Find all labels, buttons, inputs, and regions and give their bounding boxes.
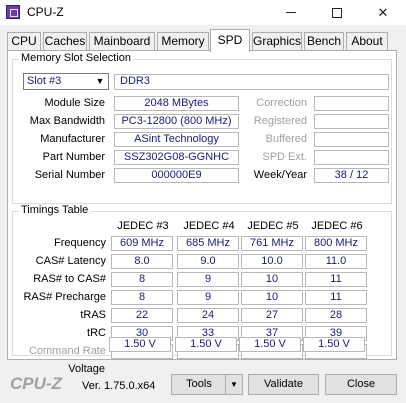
- timing-value: 685 MHz: [177, 236, 239, 251]
- timings-group: Timings Table JEDEC #3 JEDEC #4 JEDEC #5…: [12, 204, 392, 359]
- timing-value: 609 MHz: [111, 236, 173, 251]
- cpu-z-app-icon: [6, 5, 20, 19]
- week-year-value: 38 / 12: [314, 168, 389, 183]
- timing-value: 8: [111, 272, 173, 287]
- serial-number-value: 000000E9: [114, 168, 239, 183]
- validate-button[interactable]: Validate: [248, 374, 319, 395]
- cpu-z-logo: CPU-Z: [10, 374, 62, 393]
- tab-memory[interactable]: Memory: [157, 32, 209, 51]
- max-bandwidth-label: Max Bandwidth: [29, 115, 105, 127]
- registered-label: Registered: [253, 115, 307, 127]
- timing-value: 8: [111, 290, 173, 305]
- column-header-jedec-4: JEDEC #4: [183, 220, 235, 232]
- tras-label: tRAS: [80, 309, 106, 321]
- timing-value: 11.0: [305, 254, 367, 269]
- ras-precharge-label: RAS# Precharge: [23, 291, 106, 303]
- minimize-icon: [286, 12, 296, 13]
- module-size-value: 2048 MBytes: [114, 96, 239, 111]
- correction-label: Correction: [256, 97, 307, 109]
- part-number-label: Part Number: [42, 151, 105, 163]
- spd-ext-value: [314, 150, 389, 165]
- title-bar: CPU-Z ✕: [0, 0, 406, 25]
- timing-value: 24: [177, 308, 239, 323]
- timing-value: 22: [111, 308, 173, 323]
- manufacturer-value: ASint Technology: [114, 132, 239, 147]
- maximize-button[interactable]: [314, 0, 360, 25]
- cas-latency-label: CAS# Latency: [35, 255, 106, 267]
- part-number-value: SSZ302G08-GGNHC: [114, 150, 239, 165]
- command-rate-label: Command Rate: [28, 345, 106, 357]
- registered-value: [314, 114, 389, 129]
- tab-spd[interactable]: SPD: [210, 29, 250, 52]
- timing-value: 27: [241, 308, 303, 323]
- tools-button[interactable]: Tools ▼: [171, 374, 243, 395]
- timing-value: 8.0: [111, 254, 173, 269]
- version-text: Ver. 1.75.0.x64: [82, 380, 156, 392]
- manufacturer-label: Manufacturer: [40, 133, 105, 145]
- ras-to-cas-label: RAS# to CAS#: [33, 273, 106, 285]
- timing-value: 11: [305, 272, 367, 287]
- close-button[interactable]: Close: [325, 374, 397, 395]
- tab-strip: CPU Caches Mainboard Memory SPD Graphics…: [7, 29, 397, 52]
- spd-ext-label: SPD Ext.: [262, 151, 307, 163]
- serial-number-label: Serial Number: [34, 169, 105, 181]
- correction-value: [314, 96, 389, 111]
- timing-value: 9.0: [177, 254, 239, 269]
- chevron-down-icon: ▼: [95, 76, 105, 86]
- max-bandwidth-value: PC3-12800 (800 MHz): [114, 114, 239, 129]
- timing-value: 10: [241, 272, 303, 287]
- spd-panel: Memory Slot Selection Slot #3 ▼ DDR3 Mod…: [7, 50, 397, 375]
- window-title: CPU-Z: [27, 5, 64, 19]
- tab-about[interactable]: About: [346, 32, 388, 51]
- column-header-jedec-5: JEDEC #5: [247, 220, 299, 232]
- frequency-label: Frequency: [54, 237, 106, 249]
- timing-value: 761 MHz: [241, 236, 303, 251]
- close-window-button[interactable]: ✕: [360, 0, 406, 25]
- tab-bench[interactable]: Bench: [304, 32, 344, 51]
- close-icon: ✕: [377, 4, 389, 20]
- maximize-icon: [332, 7, 342, 18]
- chevron-down-icon[interactable]: ▼: [225, 375, 242, 394]
- column-header-jedec-3: JEDEC #3: [117, 220, 169, 232]
- timing-value: 1.50 V: [303, 337, 365, 352]
- timing-value: 9: [177, 272, 239, 287]
- column-header-jedec-6: JEDEC #6: [311, 220, 363, 232]
- slot-select-value: Slot #3: [27, 75, 62, 87]
- memory-slot-group-title: Memory Slot Selection: [19, 52, 134, 64]
- timing-value: 10.0: [241, 254, 303, 269]
- timing-value: 1.50 V: [175, 337, 237, 352]
- memory-type-field: DDR3: [114, 74, 389, 90]
- tab-caches[interactable]: Caches: [43, 32, 87, 51]
- tab-mainboard[interactable]: Mainboard: [89, 32, 155, 51]
- week-year-label: Week/Year: [253, 169, 307, 181]
- client-area: CPU Caches Mainboard Memory SPD Graphics…: [0, 25, 406, 403]
- timing-value: 1.50 V: [239, 337, 301, 352]
- slot-select[interactable]: Slot #3 ▼: [23, 73, 109, 90]
- timings-group-title: Timings Table: [19, 204, 91, 216]
- tools-label: Tools: [186, 378, 212, 390]
- module-size-label: Module Size: [44, 97, 105, 109]
- timing-value: 800 MHz: [305, 236, 367, 251]
- tab-graphics[interactable]: Graphics: [252, 32, 302, 51]
- trc-label: tRC: [87, 327, 106, 339]
- buffered-value: [314, 132, 389, 147]
- memory-slot-group: Memory Slot Selection Slot #3 ▼ DDR3 Mod…: [12, 52, 392, 204]
- timing-value: 1.50 V: [109, 337, 171, 352]
- timing-value: 10: [241, 290, 303, 305]
- tab-cpu[interactable]: CPU: [7, 32, 41, 51]
- timing-value: 9: [177, 290, 239, 305]
- timing-value: 11: [305, 290, 367, 305]
- footer-bar: CPU-Z Ver. 1.75.0.x64 Tools ▼ Validate C…: [0, 365, 406, 403]
- buffered-label: Buffered: [265, 133, 307, 145]
- timing-value: 28: [305, 308, 367, 323]
- minimize-button[interactable]: [268, 0, 314, 25]
